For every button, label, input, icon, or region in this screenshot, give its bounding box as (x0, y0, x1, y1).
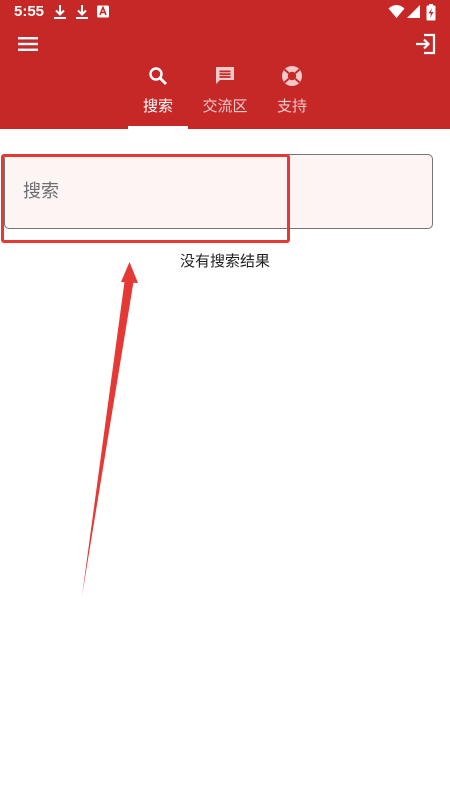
login-button[interactable] (406, 24, 446, 64)
menu-button[interactable] (8, 24, 48, 64)
tab-search[interactable]: 搜索 (128, 60, 188, 129)
battery-charging-icon (426, 4, 436, 21)
status-time: 5:55 (14, 3, 45, 20)
tab-support[interactable]: 支持 (262, 60, 322, 129)
search-field[interactable] (4, 154, 433, 229)
app-header: 5:55 搜索 交流区 支持 (0, 0, 450, 129)
download-icon (76, 5, 88, 19)
tab-label: 搜索 (142, 97, 173, 115)
lifebuoy-icon (282, 66, 302, 86)
search-input[interactable] (23, 175, 423, 207)
tab-indicator (128, 126, 188, 129)
login-icon (416, 33, 436, 55)
empty-results-message: 没有搜索结果 (179, 252, 270, 270)
search-icon (149, 67, 167, 85)
download-icon (54, 5, 66, 19)
tab-label: 交流区 (202, 97, 248, 115)
tab-forum[interactable]: 交流区 (195, 60, 255, 129)
menu-icon (18, 37, 38, 51)
chat-icon (216, 67, 234, 84)
signal-icon (407, 5, 420, 18)
tab-label: 支持 (276, 97, 307, 115)
notification-a-icon (97, 5, 109, 18)
wifi-icon (388, 5, 405, 18)
status-bar: 5:55 (0, 0, 450, 24)
